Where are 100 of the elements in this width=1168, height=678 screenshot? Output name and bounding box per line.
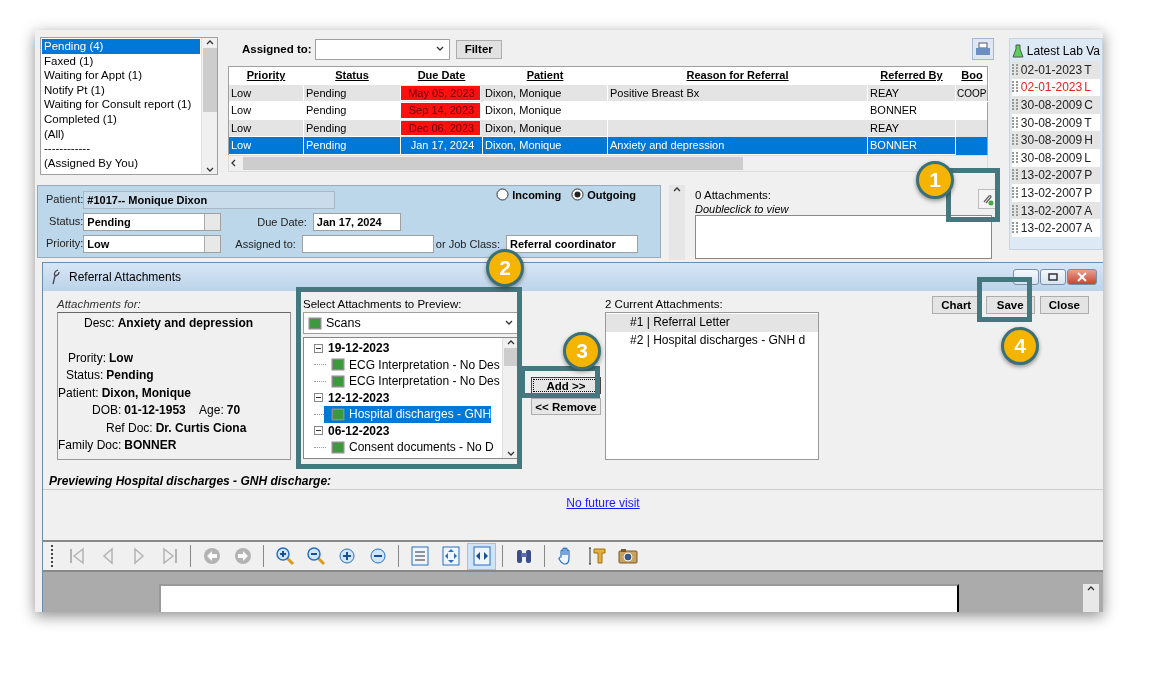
lab-date[interactable]: 13-02-2007 — [1020, 168, 1083, 183]
lab-date[interactable]: 13-02-2007 — [1020, 221, 1083, 236]
drag-handle-icon[interactable] — [1011, 63, 1019, 76]
scrollbar-thumb[interactable] — [503, 348, 518, 366]
column-header[interactable]: Reason for Referral — [608, 67, 868, 85]
drag-handle-icon[interactable] — [1011, 99, 1019, 111]
lab-name[interactable]: H — [1084, 133, 1093, 148]
lab-name[interactable]: L — [1084, 80, 1091, 95]
flask-icon — [1011, 44, 1024, 58]
close-button[interactable] — [1067, 269, 1097, 285]
status-filter-item[interactable]: ------------ — [42, 141, 200, 156]
lab-name[interactable]: P — [1084, 185, 1093, 200]
tree-date-node[interactable]: 19-12-2023 — [314, 340, 502, 357]
scrollbar-thumb[interactable] — [243, 156, 743, 170]
future-visit-link[interactable]: No future visit — [566, 496, 640, 510]
column-header[interactable]: Due Date — [401, 67, 483, 85]
drag-handle-icon[interactable] — [1011, 222, 1019, 235]
table-cell: Dec 06, 2023 — [401, 120, 481, 136]
collapse-icon[interactable] — [314, 426, 323, 436]
drag-handle-icon[interactable] — [1011, 169, 1019, 182]
attachments-list[interactable] — [695, 215, 992, 259]
toolbar-button[interactable] — [467, 542, 496, 570]
tree-date-node[interactable]: 06-12-2023 — [314, 422, 502, 439]
attachment-type-dropdown[interactable]: Scans — [303, 312, 519, 334]
tree-file-node[interactable]: ECG Interpretation - No Des — [324, 356, 500, 373]
image-icon — [331, 374, 345, 388]
drag-handle-icon[interactable] — [1011, 116, 1019, 129]
drag-handle-icon[interactable] — [1011, 204, 1019, 217]
lab-date[interactable]: 02-01-2023 — [1020, 62, 1083, 77]
select-attachments-label: Select Attachments to Preview: — [303, 297, 463, 312]
detail-line: Status: Pending — [65, 367, 155, 384]
scroll-up-icon[interactable] — [204, 38, 215, 46]
radio-circle-icon[interactable] — [496, 188, 510, 201]
status-filter-item[interactable]: Faxed (1) — [42, 53, 200, 69]
column-header[interactable]: Status — [304, 67, 401, 85]
drag-handle-icon[interactable] — [1011, 151, 1019, 164]
table-cell: BONNER — [868, 102, 956, 120]
add-attachment-button[interactable] — [977, 189, 998, 209]
status-filter-item[interactable]: Waiting for Appt (1) — [42, 68, 200, 83]
table-row[interactable]: Low Pending Jan 17, 2024 Dixon, Monique Anxiety and depression BONNER — [229, 137, 987, 155]
table-cell: Jan 17, 2024 — [401, 137, 483, 155]
lab-date[interactable]: 30-08-2009 — [1020, 133, 1083, 148]
lab-date[interactable]: 02-01-2023 — [1020, 80, 1083, 95]
scroll-up-icon[interactable] — [1086, 584, 1096, 592]
maximize-button[interactable] — [1040, 269, 1066, 285]
text-tool-icon — [586, 546, 607, 566]
detail-line: Patient: Dixon, Monique — [58, 384, 193, 402]
drag-handle-icon[interactable] — [1011, 81, 1019, 94]
lab-name[interactable]: A — [1084, 203, 1093, 218]
lab-name[interactable]: P — [1084, 168, 1093, 183]
scroll-down-icon[interactable] — [204, 166, 215, 174]
tree-file-node[interactable]: Hospital discharges - GNH — [324, 406, 492, 423]
status-dropdown[interactable]: Pending — [83, 212, 222, 231]
job-class-field[interactable]: Referral coordinator — [506, 234, 639, 253]
status-filter-item[interactable]: Completed (1) — [42, 111, 200, 127]
column-header[interactable]: Referred By — [868, 67, 956, 85]
print-button[interactable] — [971, 38, 994, 60]
radio-circle-icon[interactable] — [571, 188, 585, 201]
tree-date-node[interactable]: 12-12-2023 — [314, 389, 502, 406]
table-cell: May 05, 2023 — [401, 85, 481, 101]
scroll-down-icon[interactable] — [505, 450, 516, 458]
lab-name[interactable]: T — [1084, 62, 1092, 77]
lab-name[interactable]: C — [1084, 98, 1093, 112]
scroll-up-icon[interactable] — [672, 185, 682, 193]
remove-button[interactable]: << Remove — [531, 398, 601, 415]
lab-name[interactable]: A — [1084, 221, 1093, 236]
attachment-item[interactable]: #1 | Referral Letter — [606, 314, 818, 332]
status-filter-item[interactable]: Waiting for Consult report (1) — [42, 97, 200, 112]
status-filter-item[interactable]: Notify Pt (1) — [42, 82, 200, 98]
scroll-up-icon[interactable] — [505, 338, 516, 346]
scrollbar-thumb[interactable] — [202, 48, 217, 112]
detail-line: Family Doc: BONNER — [58, 437, 178, 454]
filter-button[interactable]: Filter — [455, 39, 502, 59]
lab-name[interactable]: L — [1084, 150, 1091, 165]
priority-dropdown[interactable]: Low — [83, 234, 222, 253]
assigned-to-field[interactable] — [301, 234, 434, 253]
table-cell: Low — [229, 137, 304, 155]
direction-radio[interactable]: Incoming — [496, 188, 562, 201]
lab-date[interactable]: 13-02-2007 — [1020, 203, 1083, 218]
drag-handle-icon[interactable] — [1011, 134, 1019, 147]
column-header[interactable]: Patient — [483, 67, 608, 85]
lab-name[interactable]: T — [1084, 115, 1092, 130]
lab-date[interactable]: 30-08-2009 — [1020, 115, 1083, 130]
drag-handle-icon[interactable] — [1011, 186, 1019, 199]
column-header[interactable]: Priority — [229, 67, 304, 85]
column-header[interactable]: Boo — [956, 67, 989, 85]
lab-date[interactable]: 30-08-2009 — [1020, 150, 1083, 165]
collapse-icon[interactable] — [314, 393, 323, 403]
collapse-icon[interactable] — [314, 343, 323, 353]
due-date-field[interactable]: Jan 17, 2024 — [312, 212, 401, 231]
status-filter-item[interactable]: (Assigned By You) — [42, 155, 200, 171]
tree-file-node[interactable]: Consent documents - No D — [324, 439, 494, 456]
status-filter-item[interactable]: Pending (4) — [42, 39, 200, 54]
dialog-action-button[interactable]: Close — [1039, 296, 1089, 314]
lab-date[interactable]: 13-02-2007 — [1020, 185, 1083, 200]
status-filter-item[interactable]: (All) — [42, 126, 200, 142]
zoom-out-icon — [305, 546, 326, 566]
tree-file-node[interactable]: ECG Interpretation - No Des — [324, 373, 500, 390]
lab-date[interactable]: 30-08-2009 — [1020, 98, 1083, 112]
direction-radio[interactable]: Outgoing — [571, 188, 636, 201]
